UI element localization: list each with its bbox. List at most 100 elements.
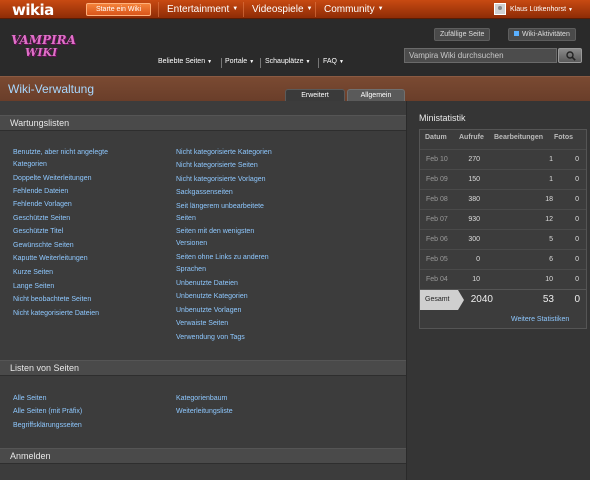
table-row: Feb 07 930 12 0 (420, 209, 586, 229)
col-header-fotos: Fotos (554, 134, 574, 141)
link-doppelte-weiterleitungen[interactable]: Doppelte Weiterleitungen (13, 173, 91, 185)
link-kategorienbaum[interactable]: Kategorienbaum (176, 393, 227, 405)
link-kurze-seiten[interactable]: Kurze Seiten (13, 267, 53, 279)
link-seiten-mit-den-wenigsten-versionen[interactable]: Seiten mit den wenigsten (176, 226, 254, 238)
link-seit-laengerem-unbearbeitete-seiten[interactable]: Seit längerem unbearbeitete (176, 201, 264, 213)
row-date: Feb 09 (426, 176, 448, 183)
nav-divider (158, 2, 159, 17)
start-wiki-button[interactable]: Starte ein Wiki (86, 3, 151, 16)
wiki-nav-beliebte-seiten[interactable]: Beliebte Seiten ▼ (158, 58, 212, 65)
link-unbenutzte-kategorien[interactable]: Unbenutzte Kategorien (176, 291, 248, 303)
link-verwaiste-seiten[interactable]: Verwaiste Seiten (176, 318, 228, 330)
row-views: 10 (472, 276, 480, 283)
link-gewuenschte-seiten[interactable]: Gewünschte Seiten (13, 240, 74, 252)
table-row: Feb 04 10 10 0 (420, 269, 586, 289)
link-geschuetzte-seiten[interactable]: Geschützte Seiten (13, 213, 70, 225)
row-photos: 0 (575, 176, 579, 183)
link-nicht-kategorisierte-dateien[interactable]: Nicht kategorisierte Dateien (13, 308, 99, 320)
wiki-nav-schauplaetze[interactable]: Schauplätze ▼ (265, 58, 310, 65)
main-content: Wartungslisten Benutzte, aber nicht ange… (0, 101, 406, 480)
section-title: Wartungslisten (10, 118, 70, 128)
random-page-button[interactable]: Zufällige Seite (434, 28, 491, 41)
row-views: 930 (468, 216, 480, 223)
link-seiten-ohne-links-zu-anderen-sprachen[interactable]: Sprachen (176, 264, 206, 276)
link-nicht-kategorisierte-kategorien[interactable]: Nicht kategorisierte Kategorien (176, 147, 272, 159)
link-begriffsklaerungsseiten[interactable]: Begriffsklärungsseiten (13, 420, 82, 432)
section-listen-header: Listen von Seiten (0, 360, 406, 376)
link-unbenutzte-dateien[interactable]: Unbenutzte Dateien (176, 278, 238, 290)
search-input[interactable] (404, 48, 557, 63)
row-views: 380 (468, 196, 480, 203)
row-edits: 1 (549, 156, 553, 163)
row-date: Feb 10 (426, 156, 448, 163)
chevron-down-icon: ▼ (377, 6, 384, 12)
wiki-logo[interactable]: VAMPIRA WIKI (9, 33, 76, 63)
link-lange-seiten[interactable]: Lange Seiten (13, 281, 54, 293)
wikia-logo[interactable]: wikia (12, 1, 54, 19)
link-benutzte-nicht-angelegte-kategorien[interactable]: Kategorien (13, 159, 47, 171)
wiki-header: VAMPIRA WIKI Beliebte Seiten ▼ Portale ▼ S… (0, 19, 590, 76)
nav-entertainment[interactable]: Entertainment ▼ (167, 0, 238, 19)
link-alle-seiten-mit-praefix[interactable]: Alle Seiten (mit Präfix) (13, 406, 82, 418)
chevron-down-icon: ▼ (207, 59, 213, 65)
nav-community[interactable]: Community ▼ (324, 0, 384, 19)
wiki-nav-divider (318, 58, 319, 68)
col-header-datum: Datum (425, 134, 447, 141)
wiki-nav-label: Portale (225, 58, 248, 65)
row-date: Feb 04 (426, 276, 448, 283)
link-fehlende-dateien[interactable]: Fehlende Dateien (13, 186, 68, 198)
link-seiten-ohne-links-zu-anderen-sprachen[interactable]: Seiten ohne Links zu anderen (176, 252, 269, 264)
link-weiterleitungsliste[interactable]: Weiterleitungsliste (176, 406, 233, 418)
link-geschuetzte-titel[interactable]: Geschützte Titel (13, 226, 63, 238)
link-seit-laengerem-unbearbeitete-seiten[interactable]: Seiten (176, 213, 196, 225)
table-row: Feb 09 150 1 0 (420, 169, 586, 189)
row-edits: 5 (549, 236, 553, 243)
link-nicht-beobachtete-seiten[interactable]: Nicht beobachtete Seiten (13, 294, 91, 306)
link-fehlende-vorlagen[interactable]: Fehlende Vorlagen (13, 199, 72, 211)
username[interactable]: Klaus Lütkenhorst ▼ (510, 2, 573, 18)
page-title: Wiki-Verwaltung (8, 82, 95, 96)
more-stats-link[interactable]: Weitere Statistiken (511, 316, 569, 323)
row-date: Feb 06 (426, 236, 448, 243)
link-nicht-kategorisierte-seiten[interactable]: Nicht kategorisierte Seiten (176, 160, 258, 172)
row-date: Feb 05 (426, 256, 448, 263)
row-edits: 6 (549, 256, 553, 263)
nav-videospiele[interactable]: Videospiele ▼ (252, 0, 312, 19)
wiki-activity-button[interactable]: Wiki-Aktivitäten (508, 28, 576, 41)
total-row: Gesamt 2040 53 0 (420, 289, 586, 310)
row-views: 0 (476, 256, 480, 263)
activity-bullet-icon (514, 31, 519, 36)
link-sackgassenseiten[interactable]: Sackgassenseiten (176, 187, 233, 199)
nav-entertainment-label: Entertainment (167, 4, 230, 16)
row-date: Feb 08 (426, 196, 448, 203)
link-benutzte-nicht-angelegte-kategorien[interactable]: Benutzte, aber nicht angelegte (13, 147, 108, 159)
row-date: Feb 07 (426, 216, 448, 223)
link-nicht-kategorisierte-vorlagen[interactable]: Nicht kategorisierte Vorlagen (176, 174, 266, 186)
wiki-nav-faq[interactable]: FAQ ▼ (323, 58, 344, 65)
section-anmelden-header: Anmelden (0, 448, 406, 464)
user-avatar-icon[interactable] (494, 3, 506, 15)
row-views: 300 (468, 236, 480, 243)
nav-videospiele-label: Videospiele (252, 4, 304, 16)
link-alle-seiten[interactable]: Alle Seiten (13, 393, 46, 405)
col-header-bearbeitungen: Bearbeitungen (494, 134, 544, 141)
row-photos: 0 (575, 256, 579, 263)
link-unbenutzte-vorlagen[interactable]: Unbenutzte Vorlagen (176, 305, 241, 317)
link-verwendung-von-tags[interactable]: Verwendung von Tags (176, 332, 245, 344)
section-title: Anmelden (10, 451, 51, 461)
link-kaputte-weiterleitungen[interactable]: Kaputte Weiterleitungen (13, 253, 88, 265)
total-photos: 0 (574, 294, 580, 305)
wiki-logo-line1: VAMPIRA (11, 33, 76, 47)
nav-community-label: Community (324, 4, 375, 16)
search-button[interactable] (558, 48, 582, 63)
link-seiten-mit-den-wenigsten-versionen[interactable]: Versionen (176, 238, 207, 250)
row-photos: 0 (575, 156, 579, 163)
wiki-nav-portale[interactable]: Portale ▼ (225, 58, 254, 65)
section-wartungslisten-header: Wartungslisten (0, 115, 406, 131)
search-icon (566, 51, 576, 61)
row-edits: 18 (545, 196, 553, 203)
wiki-activity-label: Wiki-Aktivitäten (522, 31, 570, 38)
chevron-down-icon: ▼ (339, 59, 344, 65)
row-views: 270 (468, 156, 480, 163)
wiki-nav-divider (260, 58, 261, 68)
